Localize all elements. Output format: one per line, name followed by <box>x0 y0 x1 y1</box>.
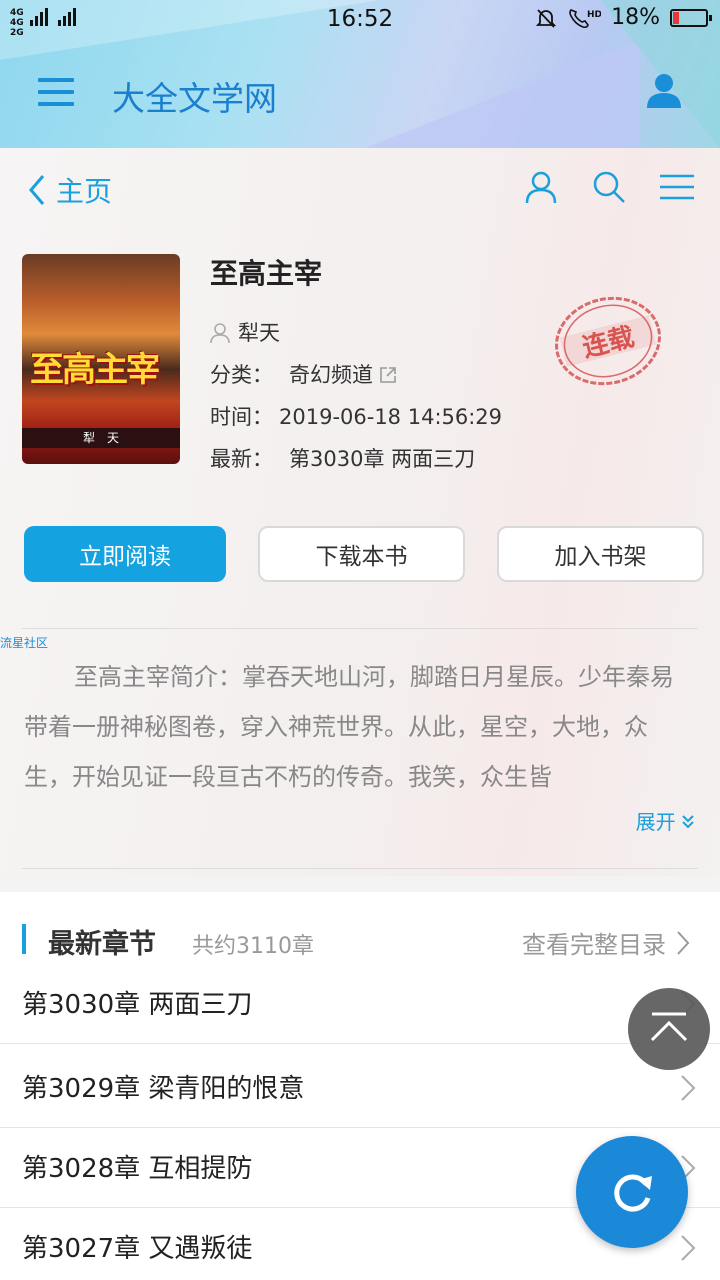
book-info: 至高主宰 犁天 分类： 奇幻频道 时间： 2019-06-18 14:56:29… <box>210 252 502 480</box>
book-cover[interactable]: 至高主宰 犁 天 <box>22 254 180 464</box>
chapter-title: 第3030章 两面三刀 <box>22 990 253 1020</box>
divider <box>22 868 698 869</box>
view-full-toc-link[interactable]: 查看完整目录 <box>522 925 690 960</box>
book-title: 至高主宰 <box>210 257 323 290</box>
svg-text:HD: HD <box>587 10 601 20</box>
battery-percent: 18% <box>611 5 660 30</box>
book-author: 犁天 <box>238 321 280 345</box>
book-category[interactable]: 奇幻频道 <box>289 354 373 396</box>
action-buttons: 立即阅读 下载本书 加入书架 <box>24 526 704 582</box>
mute-bell-icon <box>535 8 557 28</box>
chevron-right-icon <box>681 1075 696 1101</box>
user-account-icon[interactable] <box>646 72 682 110</box>
scroll-to-top-button[interactable] <box>628 988 710 1070</box>
double-chevron-down-icon <box>682 815 694 829</box>
latest-row[interactable]: 最新： 第3030章 两面三刀 <box>210 438 502 480</box>
hamburger-menu-icon[interactable] <box>38 78 74 106</box>
category-row[interactable]: 分类： 奇幻频道 <box>210 354 502 396</box>
hd-call-icon: HD <box>569 8 601 28</box>
battery-icon <box>670 8 712 27</box>
view-full-toc-label: 查看完整目录 <box>522 931 666 959</box>
chapter-row[interactable]: 第3029章 梁青阳的恨意 <box>0 1048 720 1128</box>
search-icon[interactable] <box>592 170 626 204</box>
book-detail: 主页 至高主宰 犁 天 至高主宰 犁天 分类： 奇幻频道 时间： 2019-06… <box>0 148 720 876</box>
external-link-icon <box>380 367 396 383</box>
top-banner: 4G 4G 2G 16:52 HD 18% 大全文学网 <box>0 0 720 148</box>
refresh-icon <box>614 1174 652 1212</box>
section-title: 最新章节 <box>48 929 156 960</box>
cover-author: 犁 天 <box>22 428 180 448</box>
chevron-left-icon <box>29 175 45 205</box>
svg-text:连载: 连载 <box>580 322 638 364</box>
latest-chapter-link[interactable]: 第3030章 两面三刀 <box>289 438 475 480</box>
back-label: 主页 <box>56 175 113 208</box>
book-intro: 至高主宰简介：掌吞天地山河，脚踏日月星辰。少年秦易带着一册神秘图卷，穿入神荒世界… <box>24 652 684 802</box>
author-icon <box>210 323 230 344</box>
download-button[interactable]: 下载本书 <box>258 526 465 582</box>
time-label: 时间： <box>210 405 273 429</box>
chapter-title: 第3029章 梁青阳的恨意 <box>22 1074 305 1104</box>
time-row: 时间： 2019-06-18 14:56:29 <box>210 396 502 438</box>
divider <box>22 628 698 629</box>
chapter-row[interactable]: 第3030章 两面三刀 <box>0 964 720 1044</box>
author-row[interactable]: 犁天 <box>210 312 502 354</box>
sub-navbar: 主页 <box>0 148 720 228</box>
expand-label: 展开 <box>635 810 676 834</box>
main-navbar: 大全文学网 <box>0 60 720 130</box>
user-icon[interactable] <box>524 170 558 204</box>
arrow-up-icon <box>650 1012 688 1042</box>
category-label: 分类： <box>210 363 273 387</box>
refresh-button[interactable] <box>576 1136 688 1248</box>
status-stamp: 连载 <box>555 296 661 386</box>
read-now-button[interactable]: 立即阅读 <box>24 526 226 582</box>
chevron-right-icon <box>677 930 690 955</box>
chapter-title: 第3028章 互相提防 <box>22 1154 253 1184</box>
menu-icon[interactable] <box>660 170 694 204</box>
expand-intro-button[interactable]: 展开 <box>636 806 694 835</box>
chapter-count: 共约3110章 <box>192 934 314 959</box>
status-bar: 4G 4G 2G 16:52 HD 18% <box>0 0 720 38</box>
chapter-title: 第3027章 又遇叛徒 <box>22 1234 253 1264</box>
section-header: 最新章节 共约3110章 查看完整目录 <box>0 892 720 972</box>
intro-text: 至高主宰简介：掌吞天地山河，脚踏日月星辰。少年秦易带着一册神秘图卷，穿入神荒世界… <box>24 663 674 791</box>
cover-title: 至高主宰 <box>30 350 160 390</box>
latest-label: 最新： <box>210 447 273 471</box>
add-to-shelf-button[interactable]: 加入书架 <box>497 526 704 582</box>
back-home-button[interactable]: 主页 <box>28 170 112 210</box>
book-update-time: 2019-06-18 14:56:29 <box>279 405 503 429</box>
ad-link[interactable]: 流星社区 <box>0 634 48 651</box>
site-title[interactable]: 大全文学网 <box>112 72 277 120</box>
